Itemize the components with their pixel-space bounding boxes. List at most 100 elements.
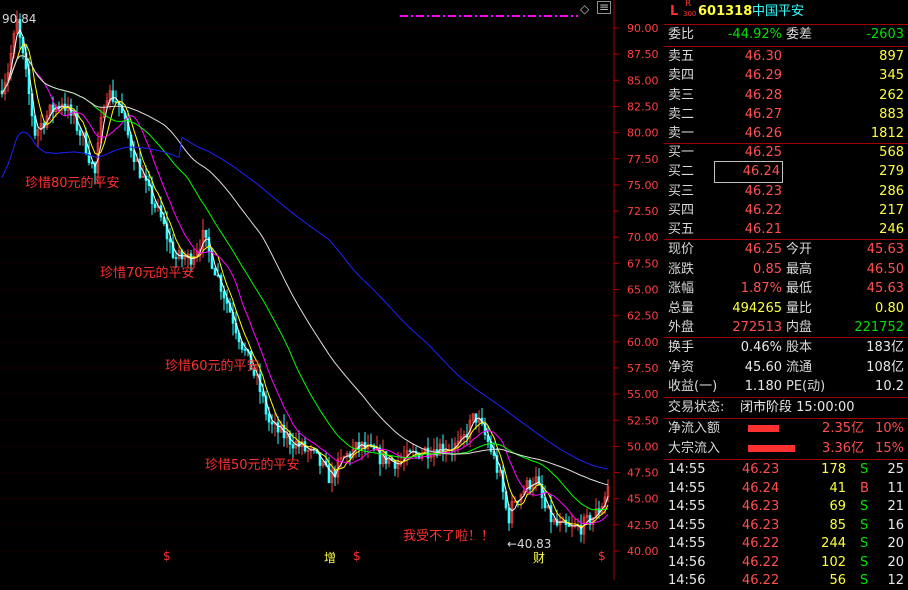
y-tick-label: 65.00 (627, 284, 659, 297)
candle-body (408, 450, 412, 453)
marker-dollar-1[interactable]: $ (163, 549, 171, 563)
stat-row: 涨幅 1.87% 最低 45.63 (668, 281, 904, 296)
flow-bar (748, 425, 779, 432)
stock-name: 中国平安 (752, 4, 805, 19)
y-tick-label: 77.50 (627, 153, 659, 166)
candle-body (507, 507, 511, 524)
annotation-80: 珍惜80元的平安 (25, 176, 120, 191)
y-tick-label: 42.50 (627, 519, 659, 532)
high-price-label: 90.84 (2, 12, 37, 26)
flag-l: L (670, 4, 679, 19)
marker-zeng[interactable]: 增 (324, 549, 336, 566)
level-volume: 1812 (870, 126, 904, 142)
y-tick-label: 47.50 (627, 467, 659, 480)
trade-row[interactable]: 14:55 46.23 178 S 25 (664, 460, 908, 479)
y-tick-label: 50.00 (627, 440, 659, 453)
y-tick-label: 85.00 (627, 74, 659, 87)
candle-body (276, 422, 280, 433)
annotation-60: 珍惜60元的平安 (165, 359, 260, 374)
flow-row: 净流入额 2.35亿 10% (668, 421, 904, 436)
y-tick-label: 87.50 (627, 48, 659, 61)
candle-body (111, 90, 115, 102)
candle-body (222, 291, 226, 299)
candle-body (174, 257, 178, 259)
trade-status-row: 交易状态: 闭市阶段 15:00:00 (668, 400, 855, 415)
marker-dollar-3[interactable]: $ (598, 549, 606, 563)
y-tick-label: 90.00 (627, 22, 659, 35)
stat-row: 现价 46.25 今开 45.63 (668, 242, 904, 257)
level-price: 46.25 (744, 145, 782, 160)
level-volume: 345 (879, 68, 904, 84)
level-volume: 246 (879, 222, 904, 238)
candle-body (243, 349, 247, 351)
flow-bar (748, 444, 795, 452)
marker-dollar-2[interactable]: $ (353, 549, 361, 563)
y-tick-label: 52.50 (627, 414, 659, 427)
ask-level[interactable]: 卖二 46.27 883 (664, 105, 908, 125)
level-price: 46.30 (744, 49, 782, 64)
trade-row[interactable]: 14:55 46.23 69 S 21 (664, 497, 908, 516)
level-price: 46.28 (744, 87, 782, 103)
kline-canvas[interactable]: 90.00 87.50 85.00 82.50 80.00 77.50 75.00 72.50… (0, 0, 660, 580)
level-volume: 279 (879, 164, 904, 180)
y-tick-label: 60.00 (627, 336, 659, 349)
y-tick-label: 72.50 (627, 205, 659, 218)
menu-icon[interactable]: ≡ (597, 1, 612, 14)
level-price: 46.24 (714, 161, 783, 184)
candle-body (78, 130, 82, 136)
level-price: 46.27 (744, 106, 782, 122)
kline-chart[interactable]: 90.00 87.50 85.00 82.50 80.00 77.50 75.00 72.50… (0, 0, 660, 580)
flag-r: R (685, 0, 692, 9)
candle-series (0, 10, 610, 544)
bid-level[interactable]: 买三 46.23 286 (664, 182, 908, 202)
trade-row[interactable]: 14:55 46.24 41 B 11 (664, 479, 908, 498)
diamond-icon[interactable]: ◇ (580, 2, 589, 16)
trade-row[interactable]: 14:56 46.22 102 S 20 (664, 553, 908, 572)
bid-level[interactable]: 买二 46.24 279 (664, 161, 908, 184)
y-tick-label: 62.50 (627, 310, 659, 323)
y-tick-label: 75.00 (627, 179, 659, 192)
candle-body (291, 444, 295, 449)
trade-row[interactable]: 14:55 46.23 85 S 16 (664, 516, 908, 535)
level-price: 46.29 (744, 68, 782, 84)
flag-sub: 300 (683, 10, 697, 18)
candle-body (138, 158, 142, 178)
ask-level[interactable]: 卖四 46.29 345 (664, 66, 908, 86)
ask-level[interactable]: 卖五 46.30 897 (664, 47, 908, 67)
marker-cai[interactable]: 财 (533, 549, 545, 566)
bid-level[interactable]: 买五 46.21 246 (664, 220, 908, 240)
level-volume: 262 (879, 87, 904, 103)
candle-body (549, 505, 553, 523)
y-tick-label: 67.50 (627, 257, 659, 270)
level-volume: 897 (879, 49, 904, 64)
ask-level[interactable]: 卖三 46.28 262 (664, 86, 908, 106)
flow-row: 大宗流入 3.36亿 15% (668, 440, 904, 456)
trade-row[interactable]: 14:56 46.22 56 S 12 (664, 571, 908, 590)
candle-body (567, 524, 571, 527)
level-price: 46.26 (744, 126, 782, 142)
candle-body (267, 413, 271, 423)
annotation-cant-take: 我受不了啦！！ (403, 529, 495, 544)
stock-header[interactable]: L R 300 601318 中国平安 (664, 0, 908, 22)
y-tick-label: 57.50 (627, 362, 659, 375)
level-volume: 286 (879, 183, 904, 199)
annotation-70: 珍惜70元的平安 (100, 266, 195, 281)
level-price: 46.23 (744, 183, 782, 199)
y-tick-label: 45.00 (627, 493, 659, 506)
price-axis: 90.00 87.50 85.00 82.50 80.00 77.50 75.00 72.50… (614, 22, 659, 558)
stat-row: 外盘 272513 内盘 221752 (668, 320, 904, 335)
candle-body (90, 162, 94, 164)
fundamental-row: 净资 45.60 流通 108亿 (668, 359, 904, 375)
y-tick-label: 80.00 (627, 127, 659, 140)
bid-level[interactable]: 买一 46.25 568 (664, 143, 908, 163)
ask-level[interactable]: 卖一 46.26 1812 (664, 124, 908, 144)
level-volume: 883 (879, 106, 904, 122)
candle-body (270, 421, 274, 425)
bid-level[interactable]: 买四 46.22 217 (664, 201, 908, 221)
trade-row[interactable]: 14:55 46.22 244 S 20 (664, 534, 908, 553)
fundamental-row: 换手 0.46% 股本 183亿 (668, 340, 904, 355)
candle-body (528, 480, 532, 490)
quote-panel: L R 300 601318 中国平安 委比 -44.92% 委差 -2603 … (664, 0, 908, 588)
candle-body (474, 413, 478, 423)
y-tick-label: 40.00 (627, 545, 659, 558)
